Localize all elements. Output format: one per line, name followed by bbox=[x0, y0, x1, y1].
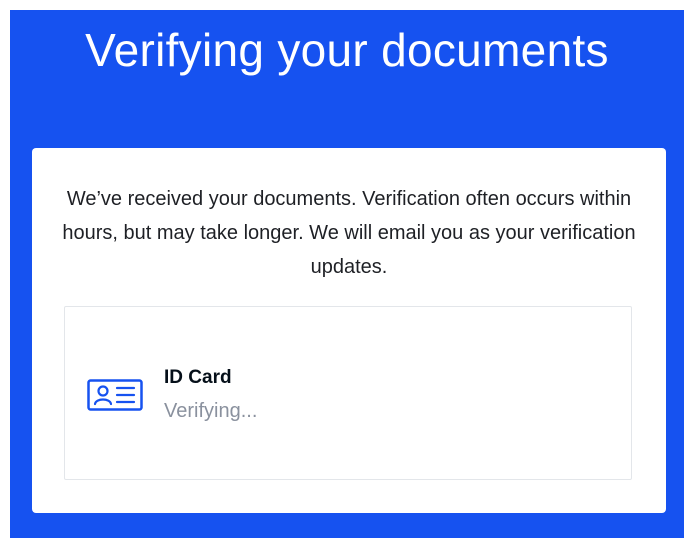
page-title: Verifying your documents bbox=[85, 24, 609, 76]
document-status: Verifying... bbox=[164, 400, 258, 422]
verification-message: We’ve received your documents. Verificat… bbox=[62, 188, 636, 278]
document-name: ID Card bbox=[164, 367, 232, 388]
verification-card: We’ve received your documents. Verificat… bbox=[32, 148, 666, 513]
id-card-icon bbox=[87, 379, 143, 411]
document-item: ID Card Verifying... bbox=[64, 306, 632, 480]
verification-panel: Verifying your documents We’ve received … bbox=[10, 10, 684, 538]
